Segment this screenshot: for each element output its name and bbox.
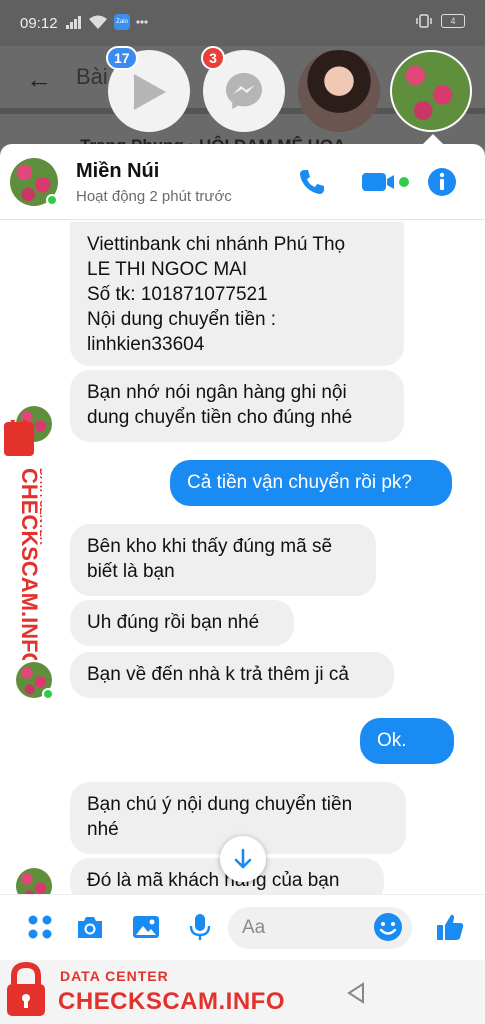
- composer-bar: Aa: [0, 894, 485, 960]
- back-nav-icon[interactable]: [346, 982, 366, 1004]
- like-icon[interactable]: [434, 911, 466, 943]
- signal-icon: [66, 15, 82, 29]
- bottom-watermark: DATA CENTER CHECKSCAM.INFO: [0, 958, 300, 1022]
- vibrate-icon: [416, 14, 432, 28]
- contact-name[interactable]: Miền Núi: [76, 160, 159, 183]
- message-bubble[interactable]: Ok.: [360, 718, 454, 764]
- chat-panel: Miền Núi Hoạt động 2 phút trước Viettinb…: [0, 144, 485, 960]
- message-bubble[interactable]: Uh đúng rồi bạn nhé: [70, 600, 294, 646]
- arrow-down-icon: [234, 848, 252, 869]
- messenger-chat-head[interactable]: 3: [201, 46, 285, 132]
- message-bubble[interactable]: Bên kho khi thấy đúng mã sẽ biết là bạn: [70, 524, 376, 596]
- online-indicator: [46, 194, 58, 206]
- lock-icon: [7, 962, 45, 1016]
- unread-badge: 17: [106, 46, 138, 70]
- more-icon: [136, 20, 148, 24]
- contact-status: Hoạt động 2 phút trước: [76, 188, 232, 205]
- message-bubble[interactable]: Bạn nhớ nói ngân hàng ghi nội dung chuyể…: [70, 370, 404, 442]
- video-chat-head[interactable]: 17: [106, 46, 190, 132]
- messenger-icon: [226, 73, 262, 109]
- watermark-big-text: CHECKSCAM.INFO: [58, 988, 285, 1015]
- video-call-button[interactable]: [360, 166, 410, 198]
- status-time: 09:12: [20, 15, 58, 32]
- active-chat-head[interactable]: [390, 50, 472, 132]
- play-icon: [134, 74, 166, 110]
- gallery-icon[interactable]: [130, 911, 162, 943]
- online-indicator: [42, 688, 54, 700]
- chat-header: Miền Núi Hoạt động 2 phút trước: [0, 144, 485, 220]
- scroll-to-bottom-button[interactable]: [220, 836, 266, 882]
- apps-grid-icon[interactable]: [24, 911, 56, 943]
- status-icons: Zalo: [66, 14, 148, 30]
- side-watermark-small: DATA CENTER: [37, 468, 42, 545]
- camera-icon[interactable]: [74, 911, 106, 943]
- side-watermark: CHECKSCAM.INFO DATA CENTER: [4, 420, 42, 660]
- message-bubble[interactable]: Cả tiền vận chuyển rồi pk?: [170, 460, 452, 506]
- phone-call-button[interactable]: [296, 166, 328, 198]
- microphone-icon[interactable]: [184, 911, 216, 943]
- contact-chat-head[interactable]: [298, 50, 380, 132]
- active-head-pointer: [423, 134, 443, 144]
- back-arrow-icon: ←: [26, 64, 52, 94]
- status-bar: 09:12 Zalo 4: [0, 0, 485, 46]
- watermark-small-text: DATA CENTER: [60, 968, 169, 984]
- wifi-icon: [89, 15, 107, 29]
- message-bubble[interactable]: Bạn về đến nhà k trả thêm ji cả: [70, 652, 394, 698]
- message-bubble[interactable]: Viettinbank chi nhánh Phú Thọ LE THI NGO…: [70, 222, 404, 366]
- status-right: 4: [415, 14, 465, 28]
- battery-icon: 4: [441, 14, 465, 28]
- info-button[interactable]: [426, 166, 458, 198]
- zalo-notification-icon: Zalo: [114, 14, 130, 30]
- emoji-icon[interactable]: [372, 911, 404, 943]
- unread-badge: 3: [201, 46, 225, 70]
- background-title: Bài: [76, 64, 108, 89]
